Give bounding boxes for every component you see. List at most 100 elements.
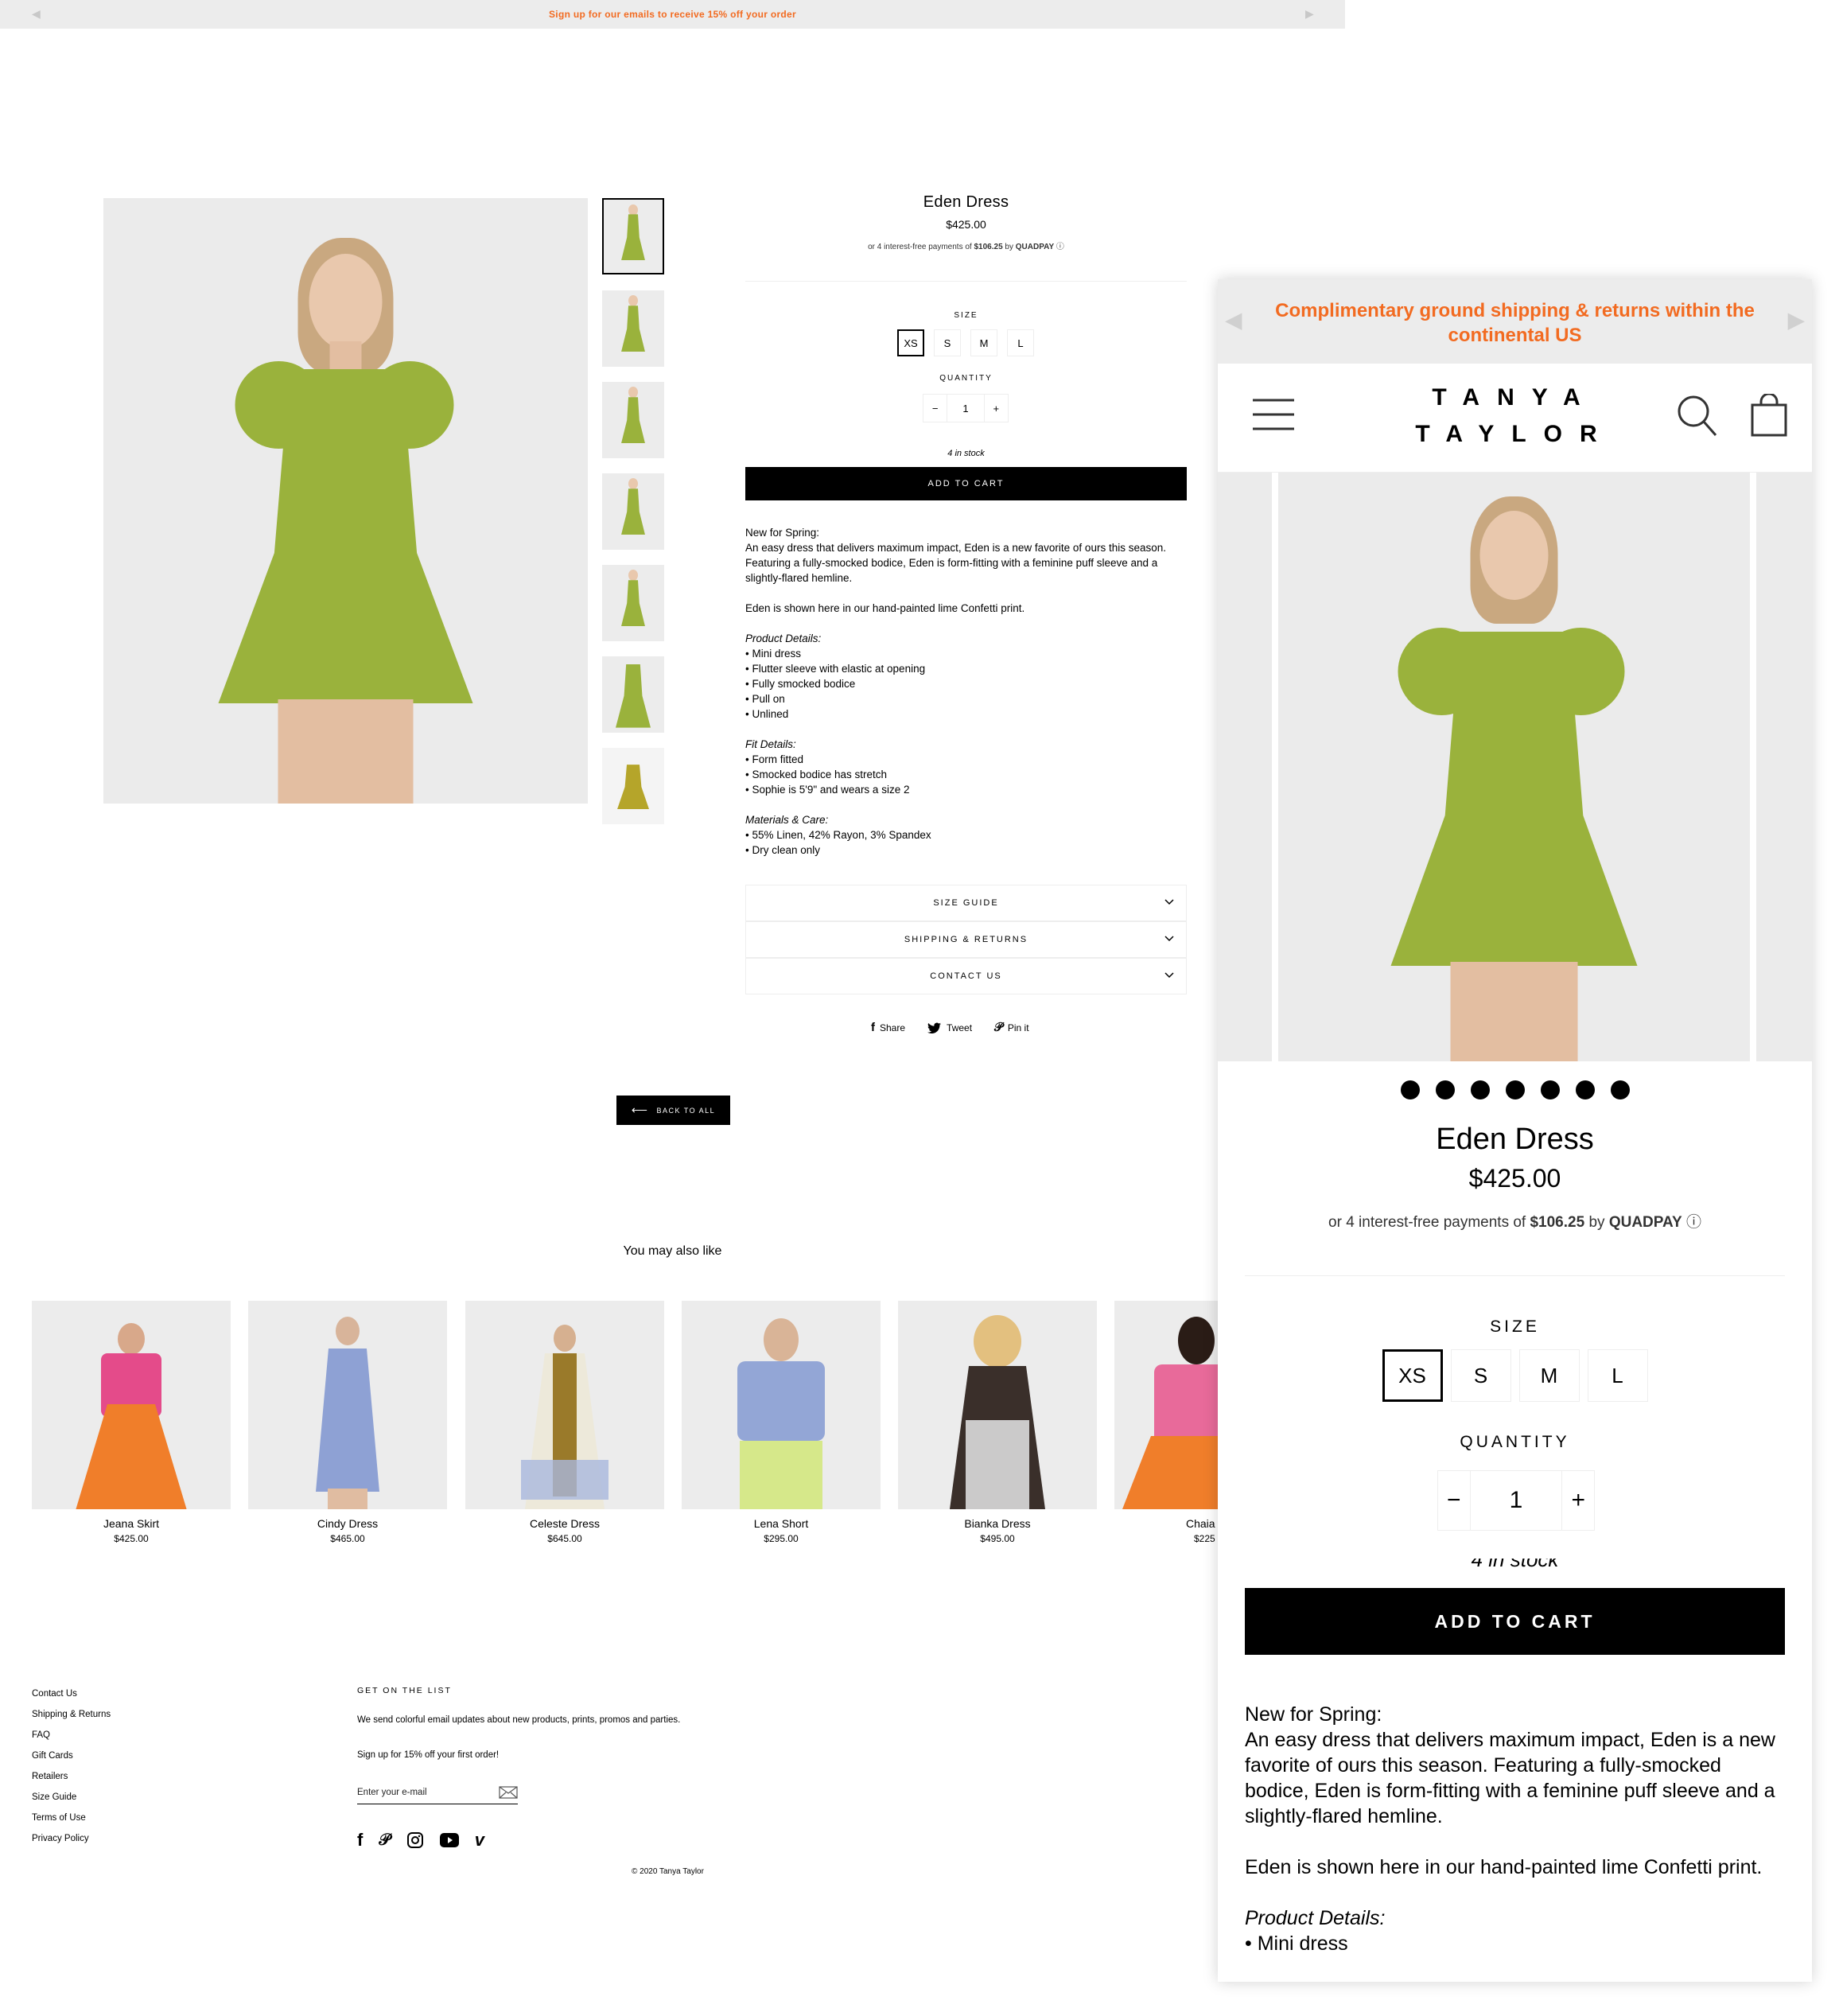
share-twitter[interactable]: Tweet bbox=[927, 1021, 972, 1034]
carousel-dot[interactable] bbox=[1505, 1080, 1525, 1099]
carousel-dot[interactable] bbox=[1540, 1080, 1560, 1099]
quantity-plus-button[interactable]: + bbox=[985, 395, 1008, 422]
product-main-image[interactable] bbox=[103, 198, 588, 804]
accordion-label: SIZE GUIDE bbox=[933, 898, 999, 908]
accordion-contact-us[interactable]: CONTACT US bbox=[745, 958, 1187, 994]
thumbnail-3[interactable] bbox=[602, 382, 664, 458]
share-facebook[interactable]: f Share bbox=[871, 1021, 905, 1034]
accordion-shipping-returns[interactable]: SHIPPING & RETURNS bbox=[745, 921, 1187, 958]
related-product-name[interactable]: Chaia bbox=[1114, 1517, 1218, 1530]
info-icon[interactable]: ⓘ bbox=[1056, 243, 1064, 251]
size-option-l[interactable]: L bbox=[1007, 329, 1034, 356]
accordion-label: SHIPPING & RETURNS bbox=[904, 935, 1028, 944]
size-option-s[interactable]: S bbox=[1450, 1349, 1511, 1402]
related-product-name[interactable]: Lena Short bbox=[682, 1517, 881, 1530]
carousel-dot[interactable] bbox=[1610, 1080, 1630, 1099]
size-option-xs[interactable]: XS bbox=[1382, 1349, 1443, 1402]
related-product-image[interactable] bbox=[465, 1301, 664, 1509]
fit-detail-item: • Smocked bodice has stretch bbox=[745, 769, 888, 780]
thumbnail-5[interactable] bbox=[602, 565, 664, 641]
thumbnail-4[interactable] bbox=[602, 473, 664, 550]
footer-link-size-guide[interactable]: Size Guide bbox=[32, 1792, 111, 1802]
related-product-card[interactable]: Bianka Dress $495.00 bbox=[898, 1301, 1097, 1544]
mail-icon[interactable] bbox=[499, 1785, 518, 1799]
quantity-minus-button[interactable]: − bbox=[923, 395, 947, 422]
related-product-price: $225 bbox=[1194, 1533, 1215, 1544]
thumbnail-1[interactable] bbox=[602, 198, 664, 274]
carousel-dot[interactable] bbox=[1400, 1080, 1420, 1099]
carousel-dot[interactable] bbox=[1575, 1080, 1595, 1099]
product-details-heading: Product Details: bbox=[745, 632, 822, 644]
mobile-add-to-cart-button[interactable]: ADD TO CART bbox=[1245, 1588, 1785, 1655]
accordion-size-guide[interactable]: SIZE GUIDE bbox=[745, 885, 1187, 921]
size-option-xs[interactable]: XS bbox=[897, 329, 924, 356]
add-to-cart-button[interactable]: ADD TO CART bbox=[745, 467, 1187, 500]
share-label: Tweet bbox=[947, 1022, 973, 1033]
search-icon[interactable] bbox=[1678, 395, 1717, 437]
size-option-m[interactable]: M bbox=[1518, 1349, 1580, 1402]
desc-intro: New for Spring: bbox=[1245, 1703, 1382, 1726]
mobile-announcement-text[interactable]: Complimentary ground shipping & returns … bbox=[1253, 298, 1778, 348]
thumbnail-6[interactable] bbox=[602, 656, 664, 733]
vimeo-icon[interactable]: v bbox=[475, 1830, 484, 1851]
pinterest-icon[interactable]: 𝒫 bbox=[379, 1831, 390, 1850]
quantity-plus-button[interactable]: + bbox=[1562, 1471, 1594, 1530]
carousel-dot[interactable] bbox=[1470, 1080, 1490, 1099]
related-product-image[interactable] bbox=[248, 1301, 447, 1509]
related-product-card[interactable]: Lena Short $295.00 bbox=[682, 1301, 881, 1544]
instagram-icon[interactable] bbox=[406, 1831, 424, 1849]
footer-link-terms[interactable]: Terms of Use bbox=[32, 1813, 111, 1823]
announcement-text[interactable]: Sign up for our emails to receive 15% of… bbox=[549, 9, 796, 20]
related-product-name[interactable]: Celeste Dress bbox=[465, 1517, 664, 1530]
footer-link-gift-cards[interactable]: Gift Cards bbox=[32, 1751, 111, 1761]
related-product-image[interactable] bbox=[682, 1301, 881, 1509]
back-to-all-button[interactable]: ⟵ BACK TO ALL bbox=[616, 1096, 730, 1125]
quantity-input[interactable]: 1 bbox=[1469, 1471, 1563, 1530]
prev-arrow-icon[interactable]: ◀ bbox=[32, 7, 41, 20]
youtube-icon[interactable] bbox=[439, 1833, 459, 1847]
related-product-image[interactable] bbox=[898, 1301, 1097, 1509]
mobile-product-image[interactable] bbox=[1278, 473, 1750, 1061]
logo-line-1[interactable]: TANYA bbox=[1218, 384, 1812, 411]
info-icon[interactable]: ⓘ bbox=[1686, 1214, 1701, 1231]
related-product-card[interactable]: Chaia $225 bbox=[1114, 1301, 1218, 1544]
prev-arrow-icon[interactable]: ◀ bbox=[1226, 308, 1242, 333]
quadpay-logo[interactable]: QUADPAY bbox=[1016, 243, 1054, 251]
related-product-name[interactable]: Bianka Dress bbox=[898, 1517, 1097, 1530]
related-product-card[interactable]: Cindy Dress $465.00 bbox=[248, 1301, 447, 1544]
carousel-dot[interactable] bbox=[1435, 1080, 1455, 1099]
size-option-l[interactable]: L bbox=[1587, 1349, 1648, 1402]
related-product-image[interactable] bbox=[1114, 1301, 1218, 1509]
related-product-card[interactable]: Celeste Dress $645.00 bbox=[465, 1301, 664, 1544]
related-product-name[interactable]: Cindy Dress bbox=[248, 1517, 447, 1530]
related-product-image[interactable] bbox=[32, 1301, 231, 1509]
quantity-input[interactable]: 1 bbox=[947, 395, 985, 422]
fit-detail-item: • Form fitted bbox=[745, 753, 803, 765]
footer-link-contact[interactable]: Contact Us bbox=[32, 1689, 111, 1699]
cart-icon[interactable] bbox=[1751, 394, 1787, 437]
related-product-card[interactable]: Jeana Skirt $425.00 bbox=[32, 1301, 231, 1544]
share-pinterest[interactable]: 𝒫 Pin it bbox=[994, 1021, 1029, 1034]
thumbnail-7[interactable] bbox=[602, 748, 664, 824]
next-arrow-icon[interactable]: ▶ bbox=[1305, 7, 1314, 20]
footer-link-privacy[interactable]: Privacy Policy bbox=[32, 1834, 111, 1843]
installments-by: by bbox=[1005, 243, 1013, 251]
related-product-name[interactable]: Jeana Skirt bbox=[32, 1517, 231, 1530]
mobile-image-carousel[interactable] bbox=[1218, 473, 1812, 1061]
thumbnail-2[interactable] bbox=[602, 290, 664, 367]
size-option-m[interactable]: M bbox=[970, 329, 997, 356]
logo-line-2[interactable]: TAYLOR bbox=[1218, 421, 1812, 448]
product-detail-item: • Mini dress bbox=[1245, 1932, 1348, 1955]
footer-link-shipping[interactable]: Shipping & Returns bbox=[32, 1710, 111, 1719]
copyright: © 2020 Tanya Taylor bbox=[632, 1867, 704, 1876]
next-arrow-icon[interactable]: ▶ bbox=[1788, 308, 1804, 333]
footer-link-retailers[interactable]: Retailers bbox=[32, 1772, 111, 1781]
related-product-price: $425.00 bbox=[114, 1533, 149, 1544]
share-label: Share bbox=[880, 1022, 906, 1033]
size-option-s[interactable]: S bbox=[934, 329, 961, 356]
facebook-icon[interactable]: f bbox=[357, 1830, 363, 1851]
email-field[interactable]: Enter your e-mail bbox=[357, 1781, 518, 1804]
quantity-minus-button[interactable]: − bbox=[1438, 1471, 1470, 1530]
footer-link-faq[interactable]: FAQ bbox=[32, 1730, 111, 1740]
quadpay-logo[interactable]: QUADPAY bbox=[1609, 1214, 1682, 1231]
